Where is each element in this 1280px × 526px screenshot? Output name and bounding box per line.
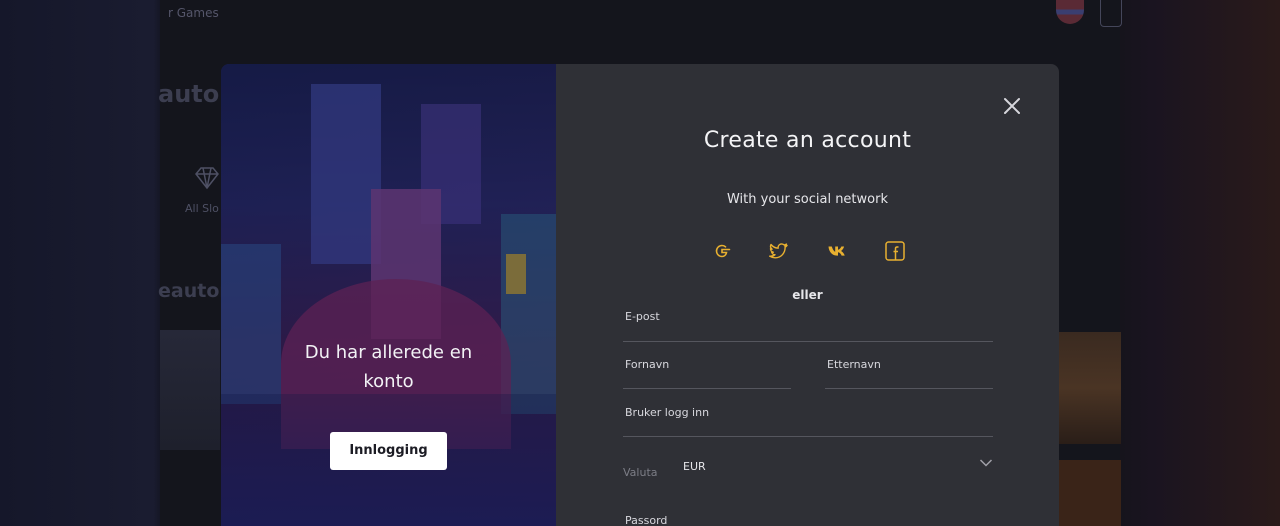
login-prompt: Du har allerede en konto Innlogging: [221, 338, 556, 470]
background-game-thumb: [1059, 332, 1121, 444]
close-icon[interactable]: [1003, 97, 1021, 115]
login-panel: Du har allerede en konto Innlogging: [221, 64, 556, 526]
register-modal: Du har allerede en konto Innlogging Crea…: [221, 64, 1059, 526]
email-field[interactable]: E-post: [623, 310, 993, 342]
email-label: E-post: [625, 310, 660, 323]
register-title: Create an account: [703, 128, 912, 153]
first-name-field[interactable]: Fornavn: [623, 358, 791, 389]
twitter-icon[interactable]: [766, 239, 790, 263]
background-nav-text: r Games: [168, 6, 219, 20]
chevron-down-icon: [979, 459, 993, 467]
currency-select[interactable]: Valuta EUR: [623, 452, 993, 488]
username-label: Bruker logg inn: [625, 406, 710, 419]
username-field[interactable]: Bruker logg inn: [623, 406, 993, 437]
login-button[interactable]: Innlogging: [330, 432, 447, 470]
currency-value: EUR: [683, 460, 706, 473]
password-label: Passord: [625, 514, 668, 526]
currency-label: Valuta: [623, 466, 658, 479]
first-name-label: Fornavn: [625, 358, 670, 371]
login-prompt-title: Du har allerede en konto: [304, 342, 473, 392]
background-game-thumb: [1059, 460, 1121, 526]
google-icon[interactable]: [710, 239, 734, 263]
background-button: [1100, 0, 1122, 27]
background-all-slots: All Slo: [185, 202, 219, 215]
register-form-panel: Create an account With your social netwo…: [556, 64, 1059, 526]
facebook-icon[interactable]: [883, 239, 907, 263]
social-subtitle: With your social network: [726, 192, 888, 207]
vk-icon[interactable]: [826, 239, 850, 263]
or-divider: eller: [792, 288, 823, 302]
page: r Games autor eautom All Slo Du har alle…: [0, 0, 1280, 526]
diamond-icon: [195, 167, 219, 190]
password-field[interactable]: Passord: [623, 514, 993, 526]
last-name-field[interactable]: Etternavn: [825, 358, 993, 389]
last-name-label: Etternavn: [827, 358, 881, 371]
background-game-thumb: [160, 330, 220, 450]
